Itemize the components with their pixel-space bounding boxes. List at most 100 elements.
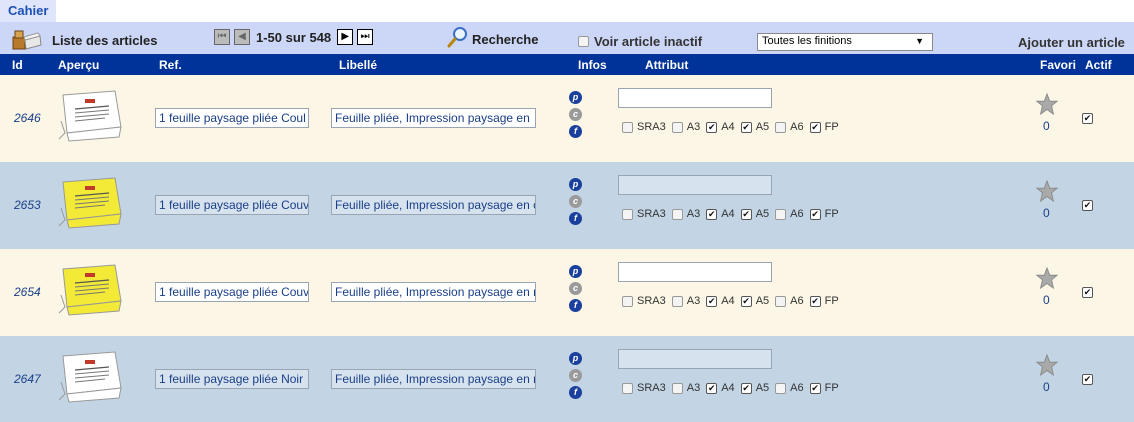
- attribute-option[interactable]: A6: [775, 121, 804, 133]
- attribute-checkbox[interactable]: ✔: [706, 121, 718, 133]
- attribute-option[interactable]: ✔ A4: [706, 121, 735, 133]
- attribute-option[interactable]: ✔ FP: [809, 295, 839, 307]
- attribute-checkbox[interactable]: [775, 295, 787, 307]
- attribute-checkbox[interactable]: ✔: [809, 208, 821, 220]
- attribute-checkbox[interactable]: ✔: [740, 382, 752, 394]
- article-id[interactable]: 2653: [14, 198, 41, 212]
- attribute-input[interactable]: [618, 262, 772, 282]
- attribute-option[interactable]: A6: [775, 382, 804, 394]
- attribute-checkbox[interactable]: [775, 208, 787, 220]
- article-id[interactable]: 2647: [14, 372, 41, 386]
- article-preview[interactable]: [55, 261, 127, 317]
- attribute-option[interactable]: SRA3: [622, 121, 666, 133]
- attribute-checkbox[interactable]: [671, 208, 683, 220]
- ref-input[interactable]: 1 feuille paysage pliée Couv: [155, 282, 309, 302]
- attribute-checkbox[interactable]: ✔: [809, 295, 821, 307]
- attribute-input[interactable]: [618, 88, 772, 108]
- attribute-checkbox[interactable]: [671, 382, 683, 394]
- attribute-option[interactable]: SRA3: [622, 382, 666, 394]
- attribute-checkbox[interactable]: ✔: [740, 295, 752, 307]
- info-f-icon[interactable]: f: [569, 212, 582, 225]
- attribute-checkbox[interactable]: [622, 295, 633, 307]
- last-page-icon[interactable]: ⏭: [357, 29, 374, 45]
- first-page-icon[interactable]: ⏮: [214, 29, 230, 45]
- label-input[interactable]: Feuille pliée, Impression paysage en c: [331, 195, 536, 215]
- attribute-option[interactable]: A6: [775, 295, 804, 307]
- attribute-option[interactable]: ✔ A5: [740, 121, 770, 133]
- active-checkbox[interactable]: ✔: [1082, 200, 1093, 211]
- star-icon[interactable]: [1036, 93, 1058, 115]
- article-preview[interactable]: [55, 174, 127, 230]
- info-p-icon[interactable]: p: [569, 178, 582, 191]
- active-checkbox[interactable]: ✔: [1082, 374, 1093, 385]
- attribute-option[interactable]: ✔ FP: [809, 121, 839, 133]
- ref-input[interactable]: 1 feuille paysage pliée Noir: [155, 369, 309, 389]
- attribute-option[interactable]: ✔ A5: [740, 208, 769, 220]
- attribute-option[interactable]: ✔ FP: [809, 382, 839, 394]
- inactive-checkbox[interactable]: [578, 36, 589, 47]
- finish-select[interactable]: Toutes les finitions ▼: [757, 33, 933, 51]
- star-icon[interactable]: [1036, 354, 1058, 376]
- star-icon[interactable]: [1036, 267, 1058, 289]
- active-checkbox[interactable]: ✔: [1082, 287, 1093, 298]
- attribute-checkbox[interactable]: ✔: [706, 208, 718, 220]
- attribute-option-label: A5: [755, 121, 770, 133]
- attribute-option[interactable]: ✔ A4: [706, 382, 735, 394]
- info-c-icon[interactable]: c: [569, 108, 582, 121]
- inactive-toggle[interactable]: Voir article inactif: [578, 34, 702, 49]
- attribute-input[interactable]: [618, 349, 772, 369]
- info-f-icon[interactable]: f: [569, 125, 582, 138]
- label-input[interactable]: Feuille pliée, Impression paysage en r: [331, 282, 536, 302]
- attribute-checkbox[interactable]: [622, 208, 633, 220]
- info-c-icon[interactable]: c: [569, 195, 582, 208]
- tab-cahier[interactable]: Cahier: [0, 0, 57, 22]
- info-f-icon[interactable]: f: [569, 299, 582, 312]
- add-article-button[interactable]: Ajouter un article: [1018, 35, 1125, 50]
- attribute-checkbox[interactable]: ✔: [740, 121, 752, 133]
- attribute-option[interactable]: A3: [671, 295, 700, 307]
- label-input[interactable]: Feuille pliée, Impression paysage en r: [331, 369, 536, 389]
- attribute-checkbox[interactable]: ✔: [809, 382, 821, 394]
- attribute-option[interactable]: ✔ FP: [809, 208, 839, 220]
- article-id[interactable]: 2654: [14, 285, 41, 299]
- attribute-option[interactable]: ✔ A4: [706, 295, 735, 307]
- attribute-option[interactable]: ✔ A5: [740, 382, 769, 394]
- attribute-checkbox[interactable]: [622, 121, 633, 133]
- attribute-option-label: FP: [824, 121, 839, 133]
- article-preview[interactable]: [55, 348, 127, 404]
- attribute-checkbox[interactable]: [775, 121, 787, 133]
- attribute-option[interactable]: A3: [671, 208, 700, 220]
- next-page-icon[interactable]: ▶: [337, 29, 354, 45]
- active-checkbox[interactable]: ✔: [1082, 113, 1093, 124]
- attribute-option[interactable]: A3: [671, 121, 700, 133]
- attribute-option[interactable]: ✔ A5: [740, 295, 769, 307]
- attribute-option[interactable]: A6: [775, 208, 804, 220]
- article-preview[interactable]: [55, 87, 127, 143]
- attribute-input[interactable]: [618, 175, 772, 195]
- attribute-option[interactable]: SRA3: [622, 208, 666, 220]
- info-c-icon[interactable]: c: [569, 282, 582, 295]
- attribute-checkbox[interactable]: [671, 295, 683, 307]
- label-input[interactable]: Feuille pliée, Impression paysage en: [331, 108, 536, 128]
- ref-input[interactable]: 1 feuille paysage pliée Coul: [155, 108, 309, 128]
- attribute-option[interactable]: ✔ A4: [706, 208, 735, 220]
- attribute-checkbox[interactable]: [671, 121, 683, 133]
- attribute-checkbox[interactable]: [775, 382, 787, 394]
- article-id[interactable]: 2646: [14, 111, 41, 125]
- info-f-icon[interactable]: f: [569, 386, 582, 399]
- ref-input[interactable]: 1 feuille paysage pliée Couv: [155, 195, 309, 215]
- previous-page-icon[interactable]: ◀: [234, 29, 250, 45]
- attribute-checkbox[interactable]: [622, 382, 633, 394]
- search-button[interactable]: Recherche: [446, 26, 538, 48]
- attribute-option[interactable]: A3: [671, 382, 700, 394]
- attribute-checkbox[interactable]: ✔: [740, 208, 752, 220]
- info-p-icon[interactable]: p: [569, 91, 582, 104]
- attribute-checkbox[interactable]: ✔: [706, 295, 718, 307]
- attribute-checkbox[interactable]: ✔: [706, 382, 718, 394]
- info-p-icon[interactable]: p: [569, 265, 582, 278]
- attribute-checkbox[interactable]: ✔: [809, 121, 821, 133]
- attribute-option[interactable]: SRA3: [622, 295, 666, 307]
- info-p-icon[interactable]: p: [569, 352, 582, 365]
- star-icon[interactable]: [1036, 180, 1058, 202]
- info-c-icon[interactable]: c: [569, 369, 582, 382]
